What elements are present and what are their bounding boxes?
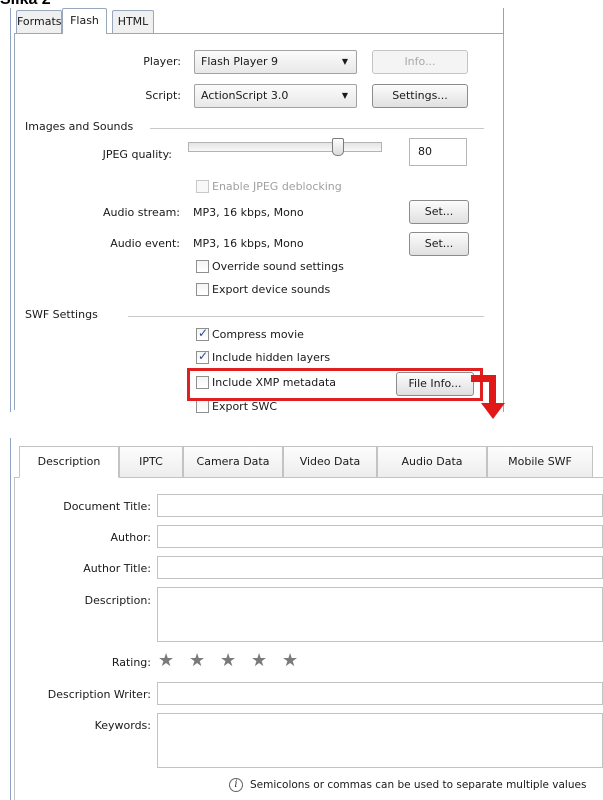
xmp-highlight-box [187,368,483,401]
script-label: Script: [145,89,181,102]
audio-event-label: Audio event: [110,237,180,250]
audio-stream-label: Audio stream: [102,206,180,219]
player-info-button[interactable]: Info... [372,50,468,74]
audio-stream-set-button[interactable]: Set... [409,200,469,224]
star-icon[interactable]: ★ [189,652,205,670]
description-writer-input[interactable] [157,682,603,705]
script-select[interactable]: ActionScript 3.0 ▼ [194,84,357,108]
keywords-label: Keywords: [94,719,151,732]
document-title-input[interactable] [157,494,603,517]
compress-movie-label: Compress movie [212,328,304,341]
swf-settings-title: SWF Settings [25,308,102,321]
chevron-down-icon: ▼ [341,91,348,100]
script-settings-button[interactable]: Settings... [372,84,468,108]
description-label: Description: [84,594,151,607]
include-hidden-layers-checkbox[interactable] [196,349,209,364]
jpeg-quality-slider-track[interactable] [188,142,382,152]
description-writer-label: Description Writer: [47,688,151,701]
tab-flash[interactable]: Flash [62,8,107,34]
star-icon[interactable]: ★ [282,652,298,670]
audio-event-value: MP3, 16 kbps, Mono [193,237,304,250]
player-select-value: Flash Player 9 [201,55,279,68]
callout-arrow-shaft [489,375,496,403]
tab-description[interactable]: Description [19,446,119,478]
author-title-label: Author Title: [83,562,151,575]
audio-stream-value: MP3, 16 kbps, Mono [193,206,304,219]
star-icon[interactable]: ★ [251,652,267,670]
enable-jpeg-deblocking-label: Enable JPEG deblocking [212,180,342,193]
rating-label: Rating: [111,656,151,669]
compress-movie-checkbox[interactable] [196,326,209,341]
star-icon[interactable]: ★ [158,652,174,670]
script-select-value: ActionScript 3.0 [201,89,289,102]
player-label: Player: [143,55,181,68]
override-sound-label: Override sound settings [212,260,344,273]
jpeg-quality-slider-thumb[interactable] [331,138,344,156]
document-title-label: Document Title: [63,500,151,513]
rating-stars[interactable]: ★ ★ ★ ★ ★ [158,652,308,672]
keywords-hint: Semicolons or commas can be used to sepa… [250,779,587,791]
author-title-input[interactable] [157,556,603,579]
jpeg-quality-label: JPEG quality: [102,148,172,161]
player-select[interactable]: Flash Player 9 ▼ [194,50,357,74]
down-arrow-icon [481,403,505,419]
audio-event-set-button[interactable]: Set... [409,232,469,256]
include-hidden-layers-label: Include hidden layers [212,351,331,364]
tab-camera-data[interactable]: Camera Data [183,446,283,478]
tab-video-data[interactable]: Video Data [283,446,377,478]
jpeg-quality-input[interactable]: 80 [409,138,467,166]
export-device-sounds-label: Export device sounds [212,283,331,296]
tab-html[interactable]: HTML [112,10,154,34]
export-swc-checkbox[interactable] [196,400,209,413]
override-sound-checkbox[interactable] [196,260,209,273]
swf-settings-rule [128,316,484,317]
tab-mobile-swf[interactable]: Mobile SWF [487,446,593,478]
enable-jpeg-deblocking-checkbox[interactable] [196,180,209,193]
images-sounds-rule [150,128,484,129]
author-label: Author: [110,531,151,544]
tab-audio-data[interactable]: Audio Data [377,446,487,478]
export-swc-label: Export SWC [212,400,278,413]
export-device-sounds-checkbox[interactable] [196,283,209,296]
images-sounds-title: Images and Sounds [25,120,138,133]
author-input[interactable] [157,525,603,548]
tab-formats[interactable]: Formats [16,10,62,34]
description-textarea[interactable] [157,587,603,642]
star-icon[interactable]: ★ [220,652,236,670]
info-icon: i [229,778,243,792]
keywords-textarea[interactable] [157,713,603,768]
tab-iptc[interactable]: IPTC [119,446,183,478]
chevron-down-icon: ▼ [341,57,348,66]
